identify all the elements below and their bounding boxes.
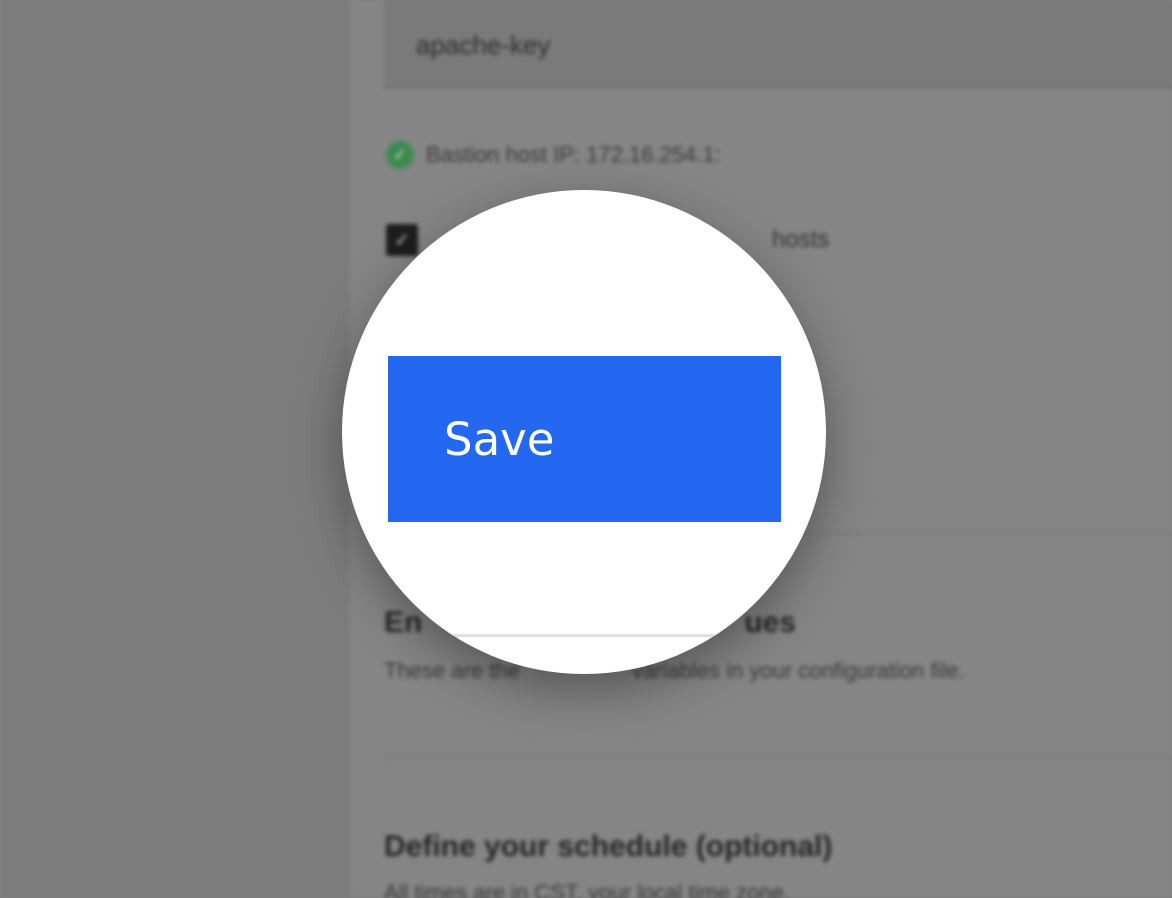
bastion-status-row: ✓ Bastion host IP: 172.16.254.1: bbox=[386, 139, 721, 171]
magnifier-lens: Save bbox=[342, 190, 826, 674]
section-divider bbox=[384, 756, 1172, 758]
env-desc-end: variables in your configuration file. bbox=[625, 658, 965, 683]
env-title-start: En bbox=[384, 606, 423, 639]
save-button[interactable]: Save bbox=[388, 356, 781, 522]
screen: apache-key ✓ Bastion host IP: 172.16.254… bbox=[0, 0, 1172, 898]
left-sidebar bbox=[0, 0, 350, 898]
ssh-key-value: apache-key bbox=[416, 30, 551, 60]
schedule-section-title: Define your schedule (optional) bbox=[384, 830, 833, 863]
env-desc-start: These are the bbox=[384, 658, 526, 683]
schedule-section-description: All times are in CST, your local time zo… bbox=[384, 880, 790, 898]
magnified-divider bbox=[432, 634, 826, 637]
checkmark-circle-icon: ✓ bbox=[386, 141, 414, 169]
checkbox-checked-icon[interactable]: ✓ bbox=[386, 224, 418, 256]
ssh-key-field[interactable]: apache-key bbox=[384, 0, 1172, 88]
environment-section-description: These are the variables in your configur… bbox=[384, 658, 965, 684]
bastion-host-text: Bastion host IP: 172.16.254.1: bbox=[426, 142, 721, 167]
checkbox-label: hosts bbox=[772, 226, 830, 253]
